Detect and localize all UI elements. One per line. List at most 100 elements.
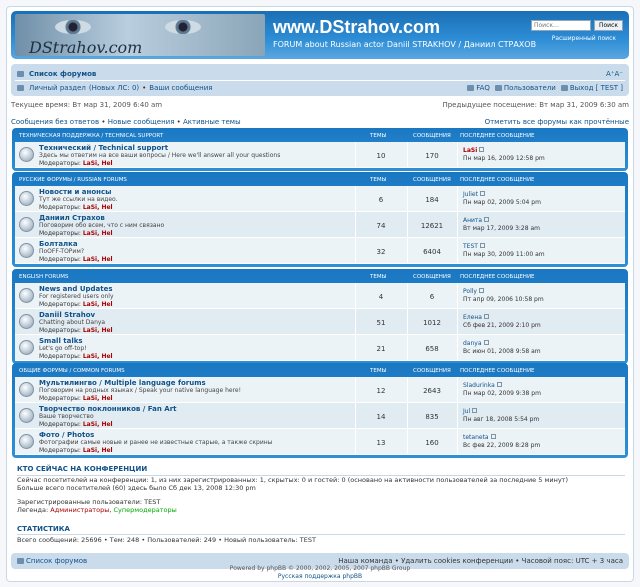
- forum-read-icon: [19, 382, 34, 397]
- forum-moderators: Модераторы: LaSi, Hel: [39, 204, 113, 211]
- view-latest-post-icon[interactable]: [472, 408, 478, 413]
- forum-title[interactable]: Новости и анонсы: [39, 188, 111, 196]
- last-post-author[interactable]: Polly: [463, 288, 477, 295]
- faq-icon: [467, 85, 475, 91]
- moderators-list[interactable]: LaSi, Hel: [83, 160, 113, 167]
- breadcrumb-forum-index[interactable]: Список форумов: [29, 70, 96, 78]
- forum-title[interactable]: Фото / Photos: [39, 431, 94, 439]
- col-posts: СООБЩЕНИЯ: [413, 133, 451, 139]
- category-title[interactable]: ОБЩИЕ ФОРУМЫ / COMMON FORUMS: [19, 368, 125, 374]
- forum-title[interactable]: Болталка: [39, 240, 78, 248]
- last-post-author[interactable]: LaSi: [463, 147, 477, 154]
- moderators-list[interactable]: LaSi, Hel: [83, 395, 113, 402]
- members-icon: [494, 85, 502, 91]
- advanced-search-link[interactable]: Расширенный поиск: [552, 35, 616, 42]
- who-is-online-title[interactable]: КТО СЕЙЧАС НА КОНФЕРЕНЦИИ: [17, 465, 147, 473]
- online-line-1: Сейчас посетителей на конференции: 1, из…: [17, 476, 568, 484]
- view-latest-post-icon[interactable]: [478, 288, 484, 293]
- footer-forum-index-link[interactable]: Список форумов: [26, 557, 87, 565]
- moderators-list[interactable]: LaSi, Hel: [83, 421, 113, 428]
- forum-title[interactable]: Технический / Technical support: [39, 144, 168, 152]
- column-divider: [457, 403, 458, 428]
- moderators-label: Модераторы:: [39, 301, 81, 308]
- forum-description: Здесь мы ответим на все ваши вопросы / H…: [39, 152, 281, 159]
- active-topics-link[interactable]: Активные темы: [183, 118, 241, 126]
- view-latest-post-icon[interactable]: [483, 314, 489, 319]
- view-latest-post-icon[interactable]: [479, 191, 485, 196]
- font-size-toggle[interactable]: A⁺A⁻: [606, 70, 623, 78]
- forum-title[interactable]: Daniil Strahov: [39, 311, 95, 319]
- moderators-list[interactable]: LaSi, Hel: [83, 256, 113, 263]
- last-post-author[interactable]: Sladurinka: [463, 382, 495, 389]
- russian-support-link[interactable]: Русская поддержка phpBB: [0, 573, 640, 580]
- forum-topics-count: 12: [376, 387, 386, 395]
- forum-title[interactable]: Даниил Страхов: [39, 214, 105, 222]
- search-button[interactable]: Поиск: [593, 20, 623, 31]
- last-post-author[interactable]: TEST: [463, 243, 478, 250]
- moderators-list[interactable]: LaSi, Hel: [83, 447, 113, 454]
- forum-row: Новости и анонсы Тут же ссылки на видео.…: [15, 186, 625, 212]
- forum-topics-count: 13: [376, 439, 386, 447]
- logout-link[interactable]: Выход [ TEST ]: [560, 84, 623, 92]
- column-divider: [457, 186, 458, 211]
- last-post-author[interactable]: Елена: [463, 314, 482, 321]
- last-post-author[interactable]: danya: [463, 340, 482, 347]
- own-posts-link[interactable]: Ваши сообщения: [149, 84, 212, 92]
- view-latest-post-icon[interactable]: [484, 217, 490, 222]
- footer-links[interactable]: Наша команда • Удалить cookies конференц…: [338, 557, 623, 565]
- ucp-link[interactable]: Личный раздел: [29, 84, 86, 92]
- forum-topics-count: 51: [376, 319, 386, 327]
- forum-posts-count: 2643: [423, 387, 441, 395]
- forum-title[interactable]: Мультилингво / Multiple language forums: [39, 379, 206, 387]
- statistics-title: СТАТИСТИКА: [17, 525, 70, 533]
- moderators-label: Модераторы:: [39, 353, 81, 360]
- last-post-date: Вс июн 01, 2008 9:58 am: [463, 348, 541, 355]
- copyright: Powered by phpBB © 2000, 2002, 2005, 200…: [229, 565, 411, 572]
- last-post-author[interactable]: Juliet: [463, 191, 478, 198]
- view-latest-post-icon[interactable]: [479, 147, 485, 152]
- forum-read-icon: [19, 243, 34, 258]
- forum-row: News and Updates For registered users on…: [15, 283, 625, 309]
- moderators-list[interactable]: LaSi, Hel: [83, 327, 113, 334]
- col-last-post: ПОСЛЕДНЕЕ СООБЩЕНИЕ: [460, 133, 535, 139]
- last-post-author[interactable]: Jul: [463, 408, 470, 415]
- view-latest-post-icon[interactable]: [483, 340, 489, 345]
- search-input[interactable]: [530, 20, 591, 31]
- last-post-author[interactable]: Анита: [463, 217, 482, 224]
- forum-title[interactable]: Small talks: [39, 337, 83, 345]
- moderators-list[interactable]: LaSi, Hel: [83, 204, 113, 211]
- col-topics: ТЕМЫ: [370, 274, 387, 280]
- last-post-author[interactable]: tetaneta: [463, 434, 489, 441]
- moderators-list[interactable]: LaSi, Hel: [83, 301, 113, 308]
- last-visit-time: Предыдущее посещение: Вт мар 31, 2009 6:…: [442, 101, 629, 109]
- category-title[interactable]: РУССКИЕ ФОРУМЫ / RUSSIAN FORUMS: [19, 177, 127, 183]
- forum-posts-count: 170: [425, 152, 439, 160]
- unanswered-link[interactable]: Сообщения без ответов: [11, 118, 99, 126]
- col-posts: СООБЩЕНИЯ: [413, 368, 451, 374]
- forum-posts-count: 6: [429, 293, 435, 301]
- forum-title[interactable]: Творчество поклонников / Fan Art: [39, 405, 177, 413]
- statistics-line: Всего сообщений: 25696 • Тем: 248 • Поль…: [17, 536, 316, 544]
- legend-supermods[interactable]: Супермодераторы: [113, 506, 176, 514]
- view-latest-post-icon[interactable]: [479, 243, 485, 248]
- view-latest-post-icon[interactable]: [496, 382, 502, 387]
- forum-posts-count: 835: [425, 413, 439, 421]
- mark-all-read-link[interactable]: Отметить все форумы как прочтённые: [485, 118, 629, 126]
- forum-topics-count: 10: [376, 152, 386, 160]
- category-title[interactable]: ТЕХНИЧЕСКАЯ ПОДДЕРЖКА / TECHNICAL SUPPOR…: [19, 133, 163, 139]
- moderators-list[interactable]: LaSi, Hel: [83, 230, 113, 237]
- new-posts-link[interactable]: Новые сообщения: [108, 118, 175, 126]
- moderators-label: Модераторы:: [39, 256, 81, 263]
- faq-link[interactable]: FAQ: [467, 84, 490, 92]
- forum-read-icon: [19, 147, 34, 162]
- russian-support-label[interactable]: Русская поддержка phpBB: [278, 573, 362, 580]
- category-title[interactable]: ENGLISH FORUMS: [19, 274, 69, 280]
- moderators-list[interactable]: LaSi, Hel: [83, 353, 113, 360]
- pm-link[interactable]: (Новых ЛС: 0): [89, 84, 139, 92]
- members-link[interactable]: Пользователи: [494, 84, 556, 92]
- eye-image: [165, 20, 201, 34]
- site-logo[interactable]: DStrahov.com: [15, 14, 265, 57]
- forum-title[interactable]: News and Updates: [39, 285, 113, 293]
- legend-admins[interactable]: Администраторы: [50, 506, 109, 514]
- view-latest-post-icon[interactable]: [490, 434, 496, 439]
